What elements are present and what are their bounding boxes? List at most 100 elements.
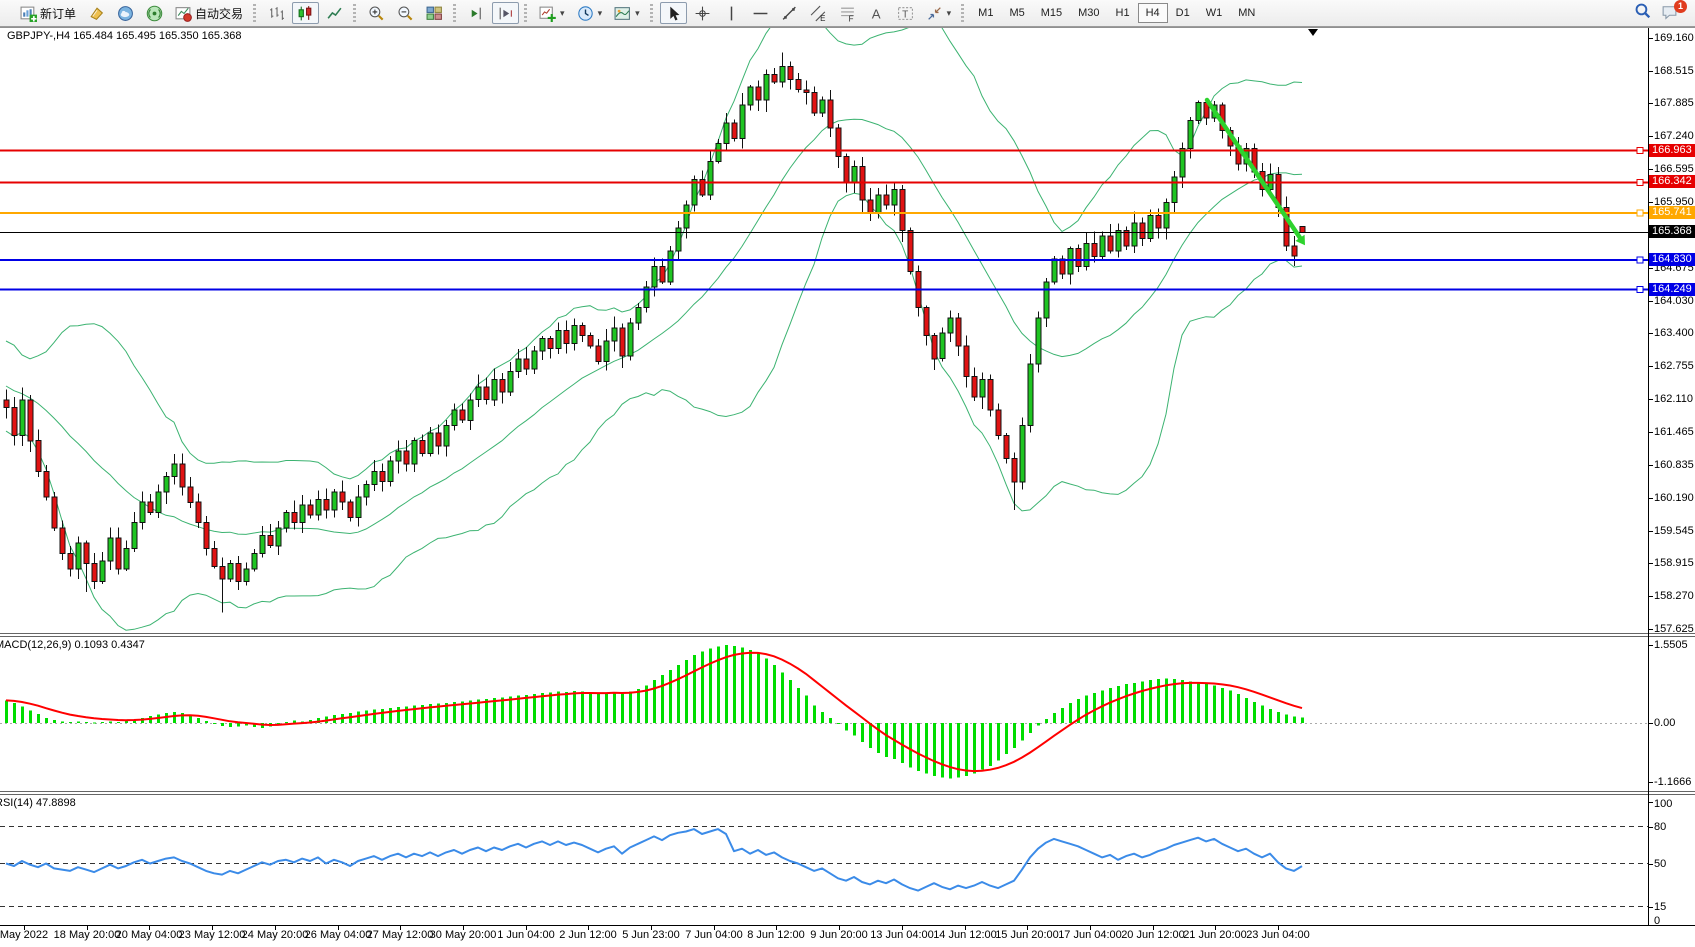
macd-bar xyxy=(13,703,16,723)
svg-text:A: A xyxy=(871,6,880,21)
chart-shift-marker[interactable] xyxy=(1308,29,1318,36)
macd-bar xyxy=(1293,717,1296,724)
price-level-badge: 165.368 xyxy=(1649,225,1695,238)
toolbar-fibonacci-button[interactable]: F xyxy=(834,2,861,24)
macd-bar xyxy=(805,695,808,723)
chevron-down-icon: ▾ xyxy=(947,8,952,19)
toolbar-cloud-button[interactable] xyxy=(112,2,139,24)
macd-panel xyxy=(0,645,1648,778)
toolbar-templates-button[interactable]: ▾ xyxy=(609,2,645,24)
toolbar-bar-chart-button[interactable] xyxy=(263,2,290,24)
time-axis-label: 2 Jun 12:00 xyxy=(559,929,617,941)
timeframe-M15-button[interactable]: M15 xyxy=(1033,3,1070,23)
macd-bar xyxy=(1237,694,1240,723)
macd-bar xyxy=(45,718,48,723)
trend-arrow[interactable] xyxy=(1207,100,1305,245)
toolbar-auto-scroll-button[interactable] xyxy=(463,2,490,24)
candle-body xyxy=(900,190,905,231)
macd-bar xyxy=(773,665,776,723)
candle-body xyxy=(708,162,713,195)
shift-icon xyxy=(497,5,514,22)
candle-body xyxy=(508,372,513,393)
toolbar-signals-button[interactable] xyxy=(141,2,168,24)
candle-body xyxy=(684,205,689,228)
candle-body xyxy=(1172,177,1177,203)
rsi-indicator-label: RSI(14) 47.8898 xyxy=(0,797,76,809)
candle-body xyxy=(148,502,153,512)
timeframe-M1-button[interactable]: M1 xyxy=(970,3,1001,23)
macd-bar xyxy=(37,714,40,723)
timeframe-M5-button[interactable]: M5 xyxy=(1001,3,1032,23)
candle-body xyxy=(108,538,113,561)
candle-body xyxy=(444,425,449,446)
toolbar-trendline-button[interactable] xyxy=(776,2,803,24)
macd-bar xyxy=(565,692,568,723)
level-line-handle[interactable] xyxy=(1637,179,1643,185)
toolbar-candlestick-chart-button[interactable] xyxy=(292,2,319,24)
candle-body xyxy=(44,472,49,498)
toolbar-zoom-out-button[interactable] xyxy=(392,2,419,24)
indicators-icon xyxy=(539,5,556,22)
rsi-axis-label: 0 xyxy=(1654,915,1660,927)
level-line-handle[interactable] xyxy=(1637,287,1643,293)
candle-body xyxy=(228,564,233,579)
macd-bar xyxy=(29,710,32,723)
candle-body xyxy=(396,451,401,461)
rsi-panel xyxy=(0,827,1648,907)
candle-body xyxy=(836,128,841,156)
search-button[interactable] xyxy=(1634,2,1651,24)
toolbar-chart-shift-button[interactable] xyxy=(492,2,519,24)
toolbar-zoom-in-button[interactable] xyxy=(363,2,390,24)
time-axis-label: 14 Jun 12:00 xyxy=(933,929,997,941)
macd-bar xyxy=(677,665,680,723)
candle-body xyxy=(428,433,433,454)
chat-button[interactable]: 1 xyxy=(1661,3,1683,23)
toolbar-new-order-button[interactable]: 新订单 xyxy=(15,2,81,24)
price-axis-label: 161.465 xyxy=(1654,426,1694,438)
level-line-handle[interactable] xyxy=(1637,257,1643,263)
toolbar-vertical-line-button[interactable] xyxy=(718,2,745,24)
toolbar-market-button[interactable] xyxy=(83,2,110,24)
toolbar-equidistant-channel-button[interactable]: E xyxy=(805,2,832,24)
candle-body xyxy=(748,87,753,105)
bars-icon xyxy=(268,5,285,22)
candle-body xyxy=(68,554,73,569)
toolbar-horizontal-line-button[interactable] xyxy=(747,2,774,24)
level-line-handle[interactable] xyxy=(1637,210,1643,216)
timeframe-D1-button[interactable]: D1 xyxy=(1168,3,1198,23)
candle-body xyxy=(980,379,985,397)
timeframe-H1-button[interactable]: H1 xyxy=(1108,3,1138,23)
toolbar-cursor-button[interactable] xyxy=(660,2,687,24)
toolbar-indicators-button[interactable]: ▾ xyxy=(534,2,570,24)
candle-body xyxy=(20,400,25,436)
toolbar-text-button[interactable]: A xyxy=(863,2,890,24)
candle-body xyxy=(972,377,977,398)
toolbar-text-label-button[interactable]: T xyxy=(892,2,919,24)
candle-body xyxy=(356,497,361,517)
timeframe-H4-button[interactable]: H4 xyxy=(1138,3,1168,23)
timeframe-M30-button[interactable]: M30 xyxy=(1070,3,1107,23)
toolbar-tile-windows-button[interactable] xyxy=(421,2,448,24)
macd-bar xyxy=(197,718,200,723)
level-line-handle[interactable] xyxy=(1637,148,1643,154)
timeframe-MN-button[interactable]: MN xyxy=(1230,3,1263,23)
candle-body xyxy=(1196,103,1201,121)
macd-bar xyxy=(1141,681,1144,723)
toolbar-auto-trading-button[interactable]: 自动交易 xyxy=(170,2,248,24)
candle-body xyxy=(476,387,481,400)
toolbar-periods-button[interactable]: ▾ xyxy=(572,2,608,24)
timeframe-W1-button[interactable]: W1 xyxy=(1198,3,1231,23)
chart-canvas[interactable] xyxy=(0,27,1695,947)
toolbar-grip xyxy=(253,4,256,22)
time-axis-label: 9 Jun 20:00 xyxy=(810,929,868,941)
svg-text:F: F xyxy=(848,14,853,22)
candle-body xyxy=(76,543,81,569)
macd-bar xyxy=(173,712,176,723)
chart-window[interactable]: GBPJPY-,H4 165.484 165.495 165.350 165.3… xyxy=(0,27,1695,947)
candle-body xyxy=(756,87,761,100)
macd-bar xyxy=(813,705,816,723)
toolbar-line-chart-button[interactable] xyxy=(321,2,348,24)
toolbar-arrows-button[interactable]: ▾ xyxy=(921,2,957,24)
toolbar-crosshair-button[interactable] xyxy=(689,2,716,24)
candle-body xyxy=(948,318,953,333)
